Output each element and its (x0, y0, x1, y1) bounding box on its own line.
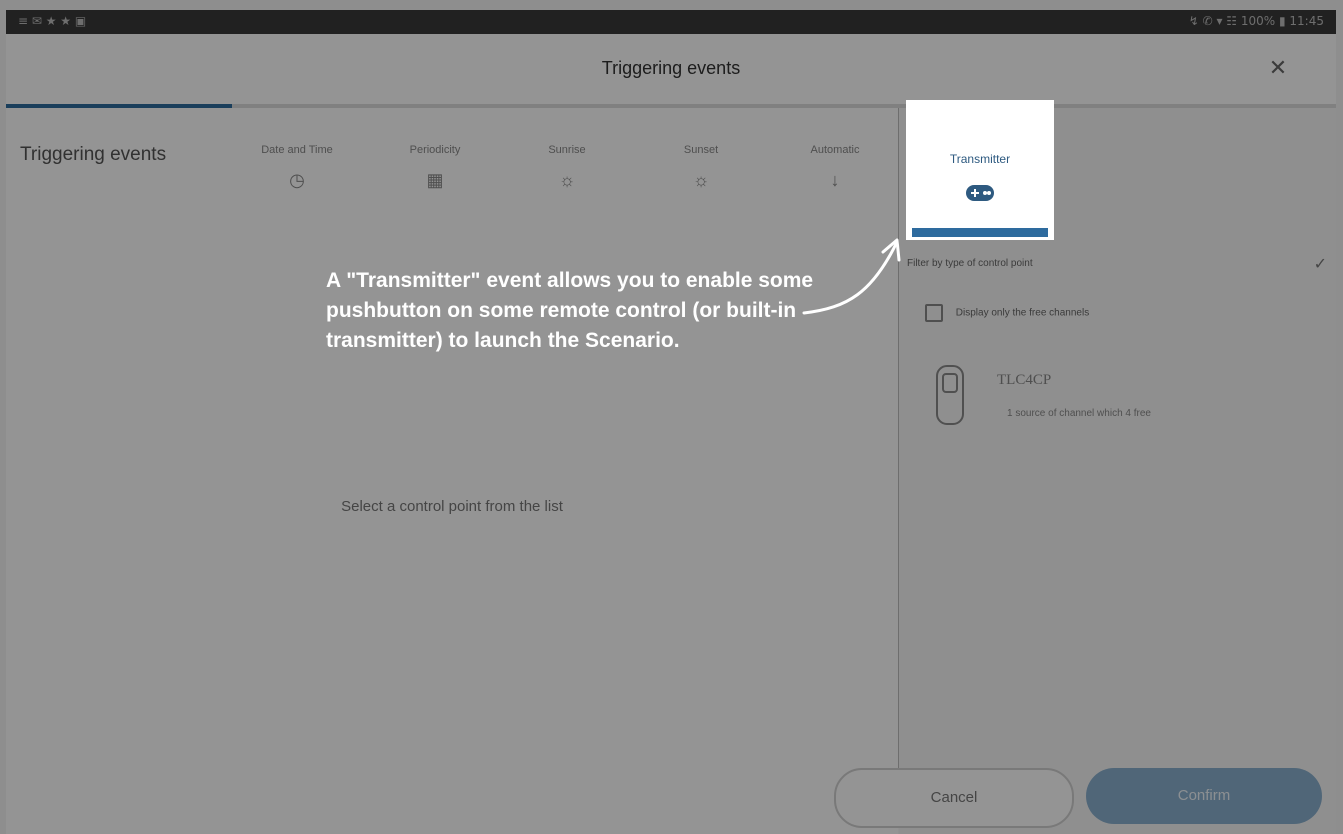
filter-label: Filter by type of control point (907, 258, 1033, 269)
close-icon[interactable]: ✕ (1264, 54, 1292, 82)
tab-label: Sunset (683, 144, 719, 156)
checkbox-label: Display only the free channels (955, 307, 1090, 319)
dialog-header: Triggering events ✕ (6, 34, 1336, 105)
device-name: TLC4CP (997, 372, 1052, 388)
page-title: Triggering events (601, 58, 741, 78)
tab-sunset[interactable]: Sunset ☼ (636, 144, 766, 191)
device-subtitle: 1 source of channel which 4 free (1007, 408, 1151, 419)
tab-periodicity[interactable]: Periodicity ▦ (370, 144, 500, 191)
tab-label: Automatic (810, 144, 860, 156)
calendar-icon: ▦ (426, 170, 444, 190)
main-pane: Triggering events Date and Time ◷ Period… (6, 108, 898, 834)
filter-dropdown[interactable]: Filter by type of control point ✓ (907, 256, 1327, 273)
tab-date-and-time[interactable]: Date and Time ◷ (232, 144, 362, 191)
tab-sunrise[interactable]: Sunrise ☼ (502, 144, 632, 191)
empty-state-message: Select a control point from the list (341, 498, 563, 515)
remote-control-icon (936, 365, 964, 425)
transmitter-icon (966, 185, 994, 201)
free-channels-checkbox[interactable] (925, 304, 943, 322)
steps-title: Triggering events (20, 144, 167, 165)
status-bar-system: ↯ ✆ ▾ ☷ 100% ▮ 11:45 (1188, 14, 1324, 28)
tab-label: Sunrise (548, 144, 586, 156)
transmitter-tab-label: Transmitter (949, 152, 1011, 166)
sunrise-icon: ☼ (558, 170, 576, 190)
cancel-button[interactable]: Cancel (834, 768, 1074, 828)
tutorial-callout-text: A "Transmitter" event allows you to enab… (326, 269, 814, 352)
tab-label: Date and Time (261, 144, 333, 156)
status-bar: ≡ ✉ ★ ★ ▣ ↯ ✆ ▾ ☷ 100% ▮ 11:45 (6, 10, 1336, 34)
selected-tab-indicator (912, 228, 1048, 237)
chevron-down-icon: ✓ (1313, 256, 1327, 273)
status-bar-notifications: ≡ ✉ ★ ★ ▣ (18, 14, 87, 28)
clock-icon: ◷ (289, 170, 305, 190)
event-type-tabs: Triggering events Date and Time ◷ Period… (6, 108, 898, 218)
automatic-icon: ↓ (830, 170, 840, 190)
device-list-item[interactable]: TLC4CP 1 source of channel which 4 free (935, 364, 1315, 444)
tab-automatic[interactable]: Automatic ↓ (770, 144, 900, 191)
sunset-icon: ☼ (692, 170, 710, 190)
transmitter-tab-highlight[interactable]: Transmitter (906, 100, 1054, 240)
app-window: ≡ ✉ ★ ★ ▣ ↯ ✆ ▾ ☷ 100% ▮ 11:45 Triggerin… (6, 10, 1336, 834)
free-channels-option[interactable]: Display only the free channels (925, 304, 1089, 322)
tab-label: Periodicity (409, 144, 461, 156)
confirm-button[interactable]: Confirm (1086, 768, 1322, 824)
